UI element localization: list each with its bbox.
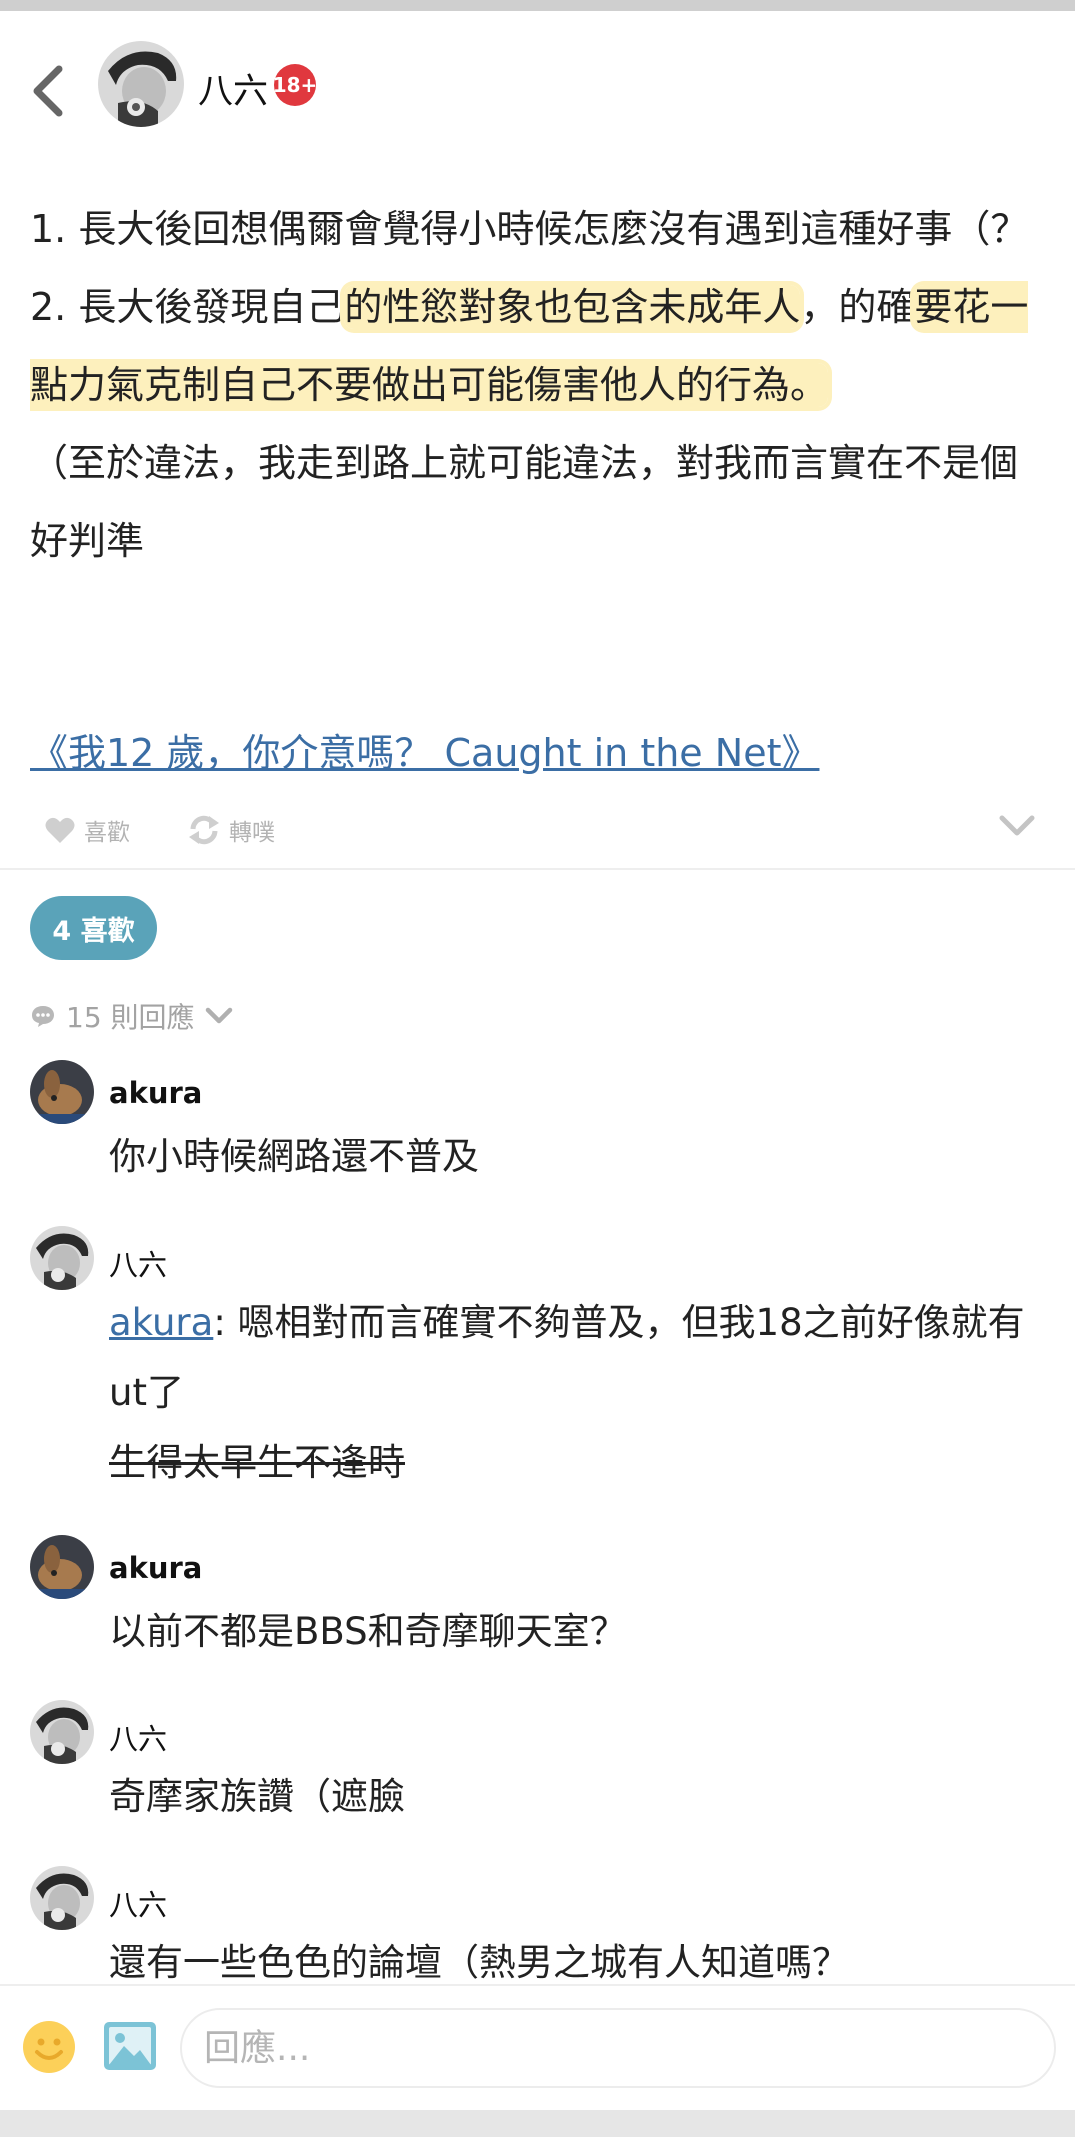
comment-item: 八六 奇摩家族讚（遮臉 bbox=[30, 1700, 1050, 1820]
comment-text-main: : 嗯相對而言確實不夠普及，但我18之前好像就有ut了 bbox=[109, 1301, 1025, 1414]
commenter-avatar[interactable] bbox=[30, 1866, 94, 1930]
chevron-down-icon bbox=[205, 1007, 232, 1024]
emoji-button[interactable] bbox=[22, 2020, 76, 2074]
post-actions: 喜歡 轉噗 bbox=[0, 805, 1075, 865]
comment-text: 以前不都是BBS和奇摩聊天室？ bbox=[109, 1610, 627, 1653]
image-upload-button[interactable] bbox=[102, 2020, 158, 2072]
age-restriction-badge: 18+ bbox=[273, 64, 317, 106]
back-button[interactable] bbox=[24, 55, 70, 127]
divider bbox=[0, 868, 1075, 870]
strikethrough-text: 生得太早生不逢時 bbox=[109, 1441, 405, 1484]
commenter-name[interactable]: akura bbox=[109, 1551, 202, 1585]
replurk-label: 轉噗 bbox=[229, 820, 275, 846]
comment-item: 八六 akura: 嗯相對而言確實不夠普及，但我18之前好像就有ut了 生得太早… bbox=[30, 1226, 1050, 1486]
more-options-button[interactable] bbox=[999, 815, 1035, 841]
likes-count-button[interactable]: 4 喜歡 bbox=[30, 896, 157, 960]
replurk-button[interactable]: 轉噗 bbox=[187, 813, 275, 847]
reply-composer bbox=[0, 1984, 1075, 2106]
author-name[interactable]: 八六 bbox=[198, 63, 268, 114]
chevron-down-icon bbox=[999, 815, 1035, 836]
responses-count: 15 則回應 bbox=[66, 1001, 195, 1034]
comment-item: 八六 還有一些色色的論壇（熱男之城有人知道嗎？ bbox=[30, 1866, 1050, 1984]
highlighted-text: 的性慾對象也包含未成年人 bbox=[344, 285, 801, 329]
reply-input[interactable] bbox=[180, 2008, 1056, 2088]
commenter-name[interactable]: 八六 bbox=[109, 1242, 167, 1284]
image-icon bbox=[104, 2022, 156, 2070]
commenter-avatar[interactable] bbox=[30, 1060, 94, 1124]
commenter-name[interactable]: 八六 bbox=[109, 1716, 167, 1758]
like-label: 喜歡 bbox=[84, 820, 130, 846]
post-line-1: 1. 長大後回想偶爾會覺得小時候怎麼沒有遇到這種好事（？ bbox=[30, 207, 1029, 251]
commenter-avatar[interactable] bbox=[30, 1700, 94, 1764]
post-line-3: （至於違法，我走到路上就可能違法，對我而言實在不是個好判準 bbox=[30, 441, 1019, 563]
bottom-strip bbox=[0, 2110, 1075, 2137]
emoji-icon bbox=[23, 2021, 75, 2073]
commenter-name[interactable]: 八六 bbox=[109, 1882, 167, 1924]
post-header: 八六 18+ bbox=[0, 11, 1075, 161]
comment-text: 奇摩家族讚（遮臉 bbox=[109, 1775, 405, 1818]
post-line-2-prefix: 2. 長大後發現自己 bbox=[30, 285, 345, 329]
post-line-2-middle: ，的確 bbox=[800, 285, 915, 329]
reply-mention-link[interactable]: akura bbox=[109, 1301, 213, 1344]
author-avatar[interactable] bbox=[98, 41, 184, 127]
heart-icon bbox=[45, 817, 75, 843]
comment-item: akura 你小時候網路還不普及 bbox=[30, 1060, 1050, 1180]
replurk-icon bbox=[189, 815, 219, 845]
comment-text: 你小時候網路還不普及 bbox=[109, 1135, 479, 1178]
speech-bubble-icon bbox=[32, 1006, 54, 1027]
back-chevron-icon bbox=[33, 65, 63, 117]
commenter-avatar[interactable] bbox=[30, 1226, 94, 1290]
post-line-2: 2. 長大後發現自己的性慾對象也包含未成年人，的確要花一點力氣克制自己不要做出可… bbox=[30, 268, 1045, 424]
post-content: 1. 長大後回想偶爾會覺得小時候怎麼沒有遇到這種好事（？ 2. 長大後發現自己的… bbox=[30, 190, 1045, 580]
commenter-name[interactable]: akura bbox=[109, 1076, 202, 1110]
like-button[interactable]: 喜歡 bbox=[44, 813, 130, 847]
top-status-strip bbox=[0, 0, 1075, 11]
article-link[interactable]: 《我12 歲，你介意嗎？ Caught in the Net》 bbox=[30, 722, 819, 777]
responses-toggle[interactable]: 15 則回應 bbox=[30, 996, 233, 1036]
commenter-avatar[interactable] bbox=[30, 1535, 94, 1599]
comment-text: akura: 嗯相對而言確實不夠普及，但我18之前好像就有ut了 生得太早生不逢… bbox=[109, 1288, 1049, 1498]
comment-item: akura 以前不都是BBS和奇摩聊天室？ bbox=[30, 1535, 1050, 1655]
